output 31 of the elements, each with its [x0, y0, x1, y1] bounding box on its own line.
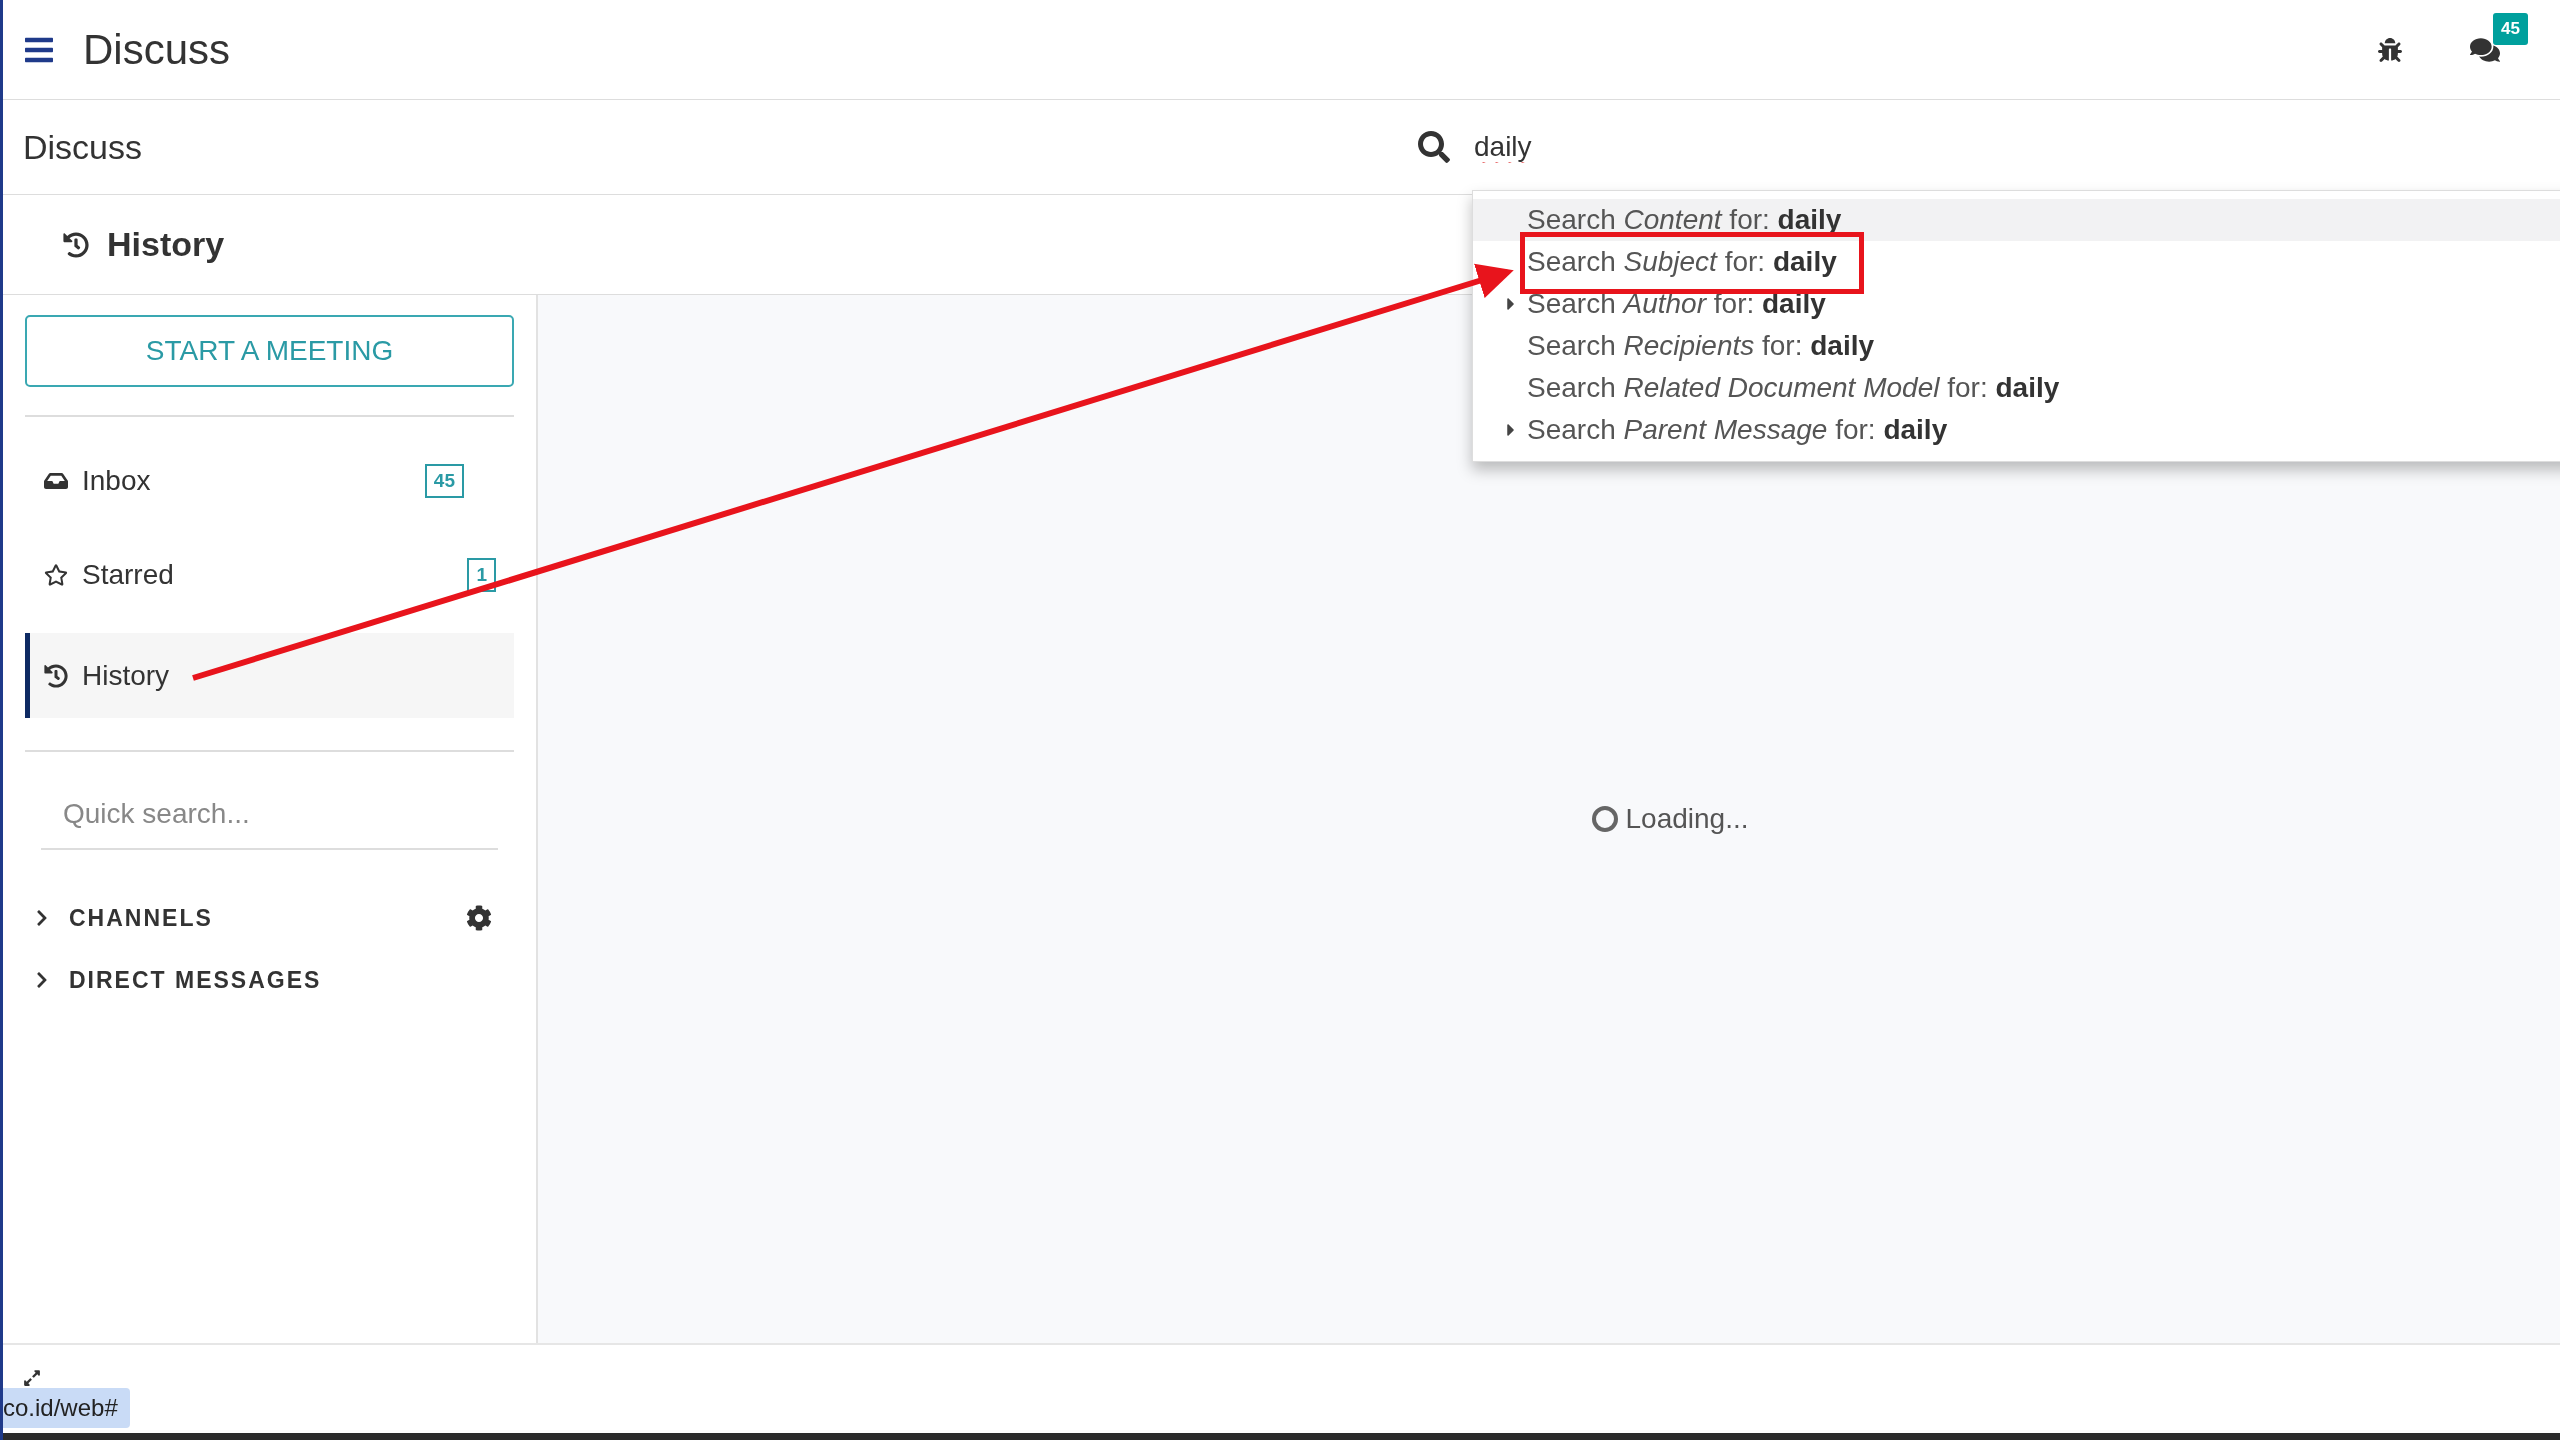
mailbox-item[interactable]: History	[25, 633, 514, 718]
star-icon	[44, 563, 68, 587]
search-suggestion[interactable]: Search Recipients for: daily	[1473, 325, 2560, 367]
history-icon	[63, 231, 89, 258]
bug-icon[interactable]	[2378, 37, 2402, 62]
mailbox-counter: 45	[424, 464, 464, 498]
mailbox-item[interactable]: Starred 1	[25, 539, 514, 611]
mailbox-label: Inbox	[82, 465, 151, 497]
loading-text: Loading...	[1625, 803, 1749, 835]
settings-icon[interactable]	[466, 905, 492, 931]
search-suggestion[interactable]: Search Author for: daily	[1473, 283, 2560, 325]
search-suggestion[interactable]: Search Subject for: daily	[1473, 241, 2560, 283]
app-title: Discuss	[83, 25, 231, 74]
message-counter: 45	[2493, 12, 2528, 45]
search-icon[interactable]	[1418, 131, 1450, 163]
mailbox-counter: 1	[467, 558, 496, 592]
category-label[interactable]: CHANNELS	[69, 904, 213, 932]
mailbox-item[interactable]: Inbox 45	[25, 445, 514, 517]
category-label[interactable]: DIRECT MESSAGES	[69, 966, 322, 994]
search-suggestion[interactable]: Search Content for: daily	[1473, 199, 2560, 241]
search-suggestion[interactable]: Search Parent Message for: daily	[1473, 409, 2560, 451]
search-field[interactable]: daily	[1472, 130, 2076, 164]
spinner-icon	[1589, 804, 1620, 834]
breadcrumb[interactable]: Discuss	[23, 127, 1418, 167]
history-icon	[44, 663, 68, 688]
expand-icon[interactable]	[23, 1368, 41, 1387]
thread-title: History	[107, 225, 225, 264]
mailbox-label: History	[82, 659, 170, 692]
status-url: co.id/web#	[3, 1388, 130, 1428]
search-suggestion[interactable]: Search Related Document Model for: daily	[1473, 367, 2560, 409]
mailbox-label: Starred	[82, 559, 174, 591]
